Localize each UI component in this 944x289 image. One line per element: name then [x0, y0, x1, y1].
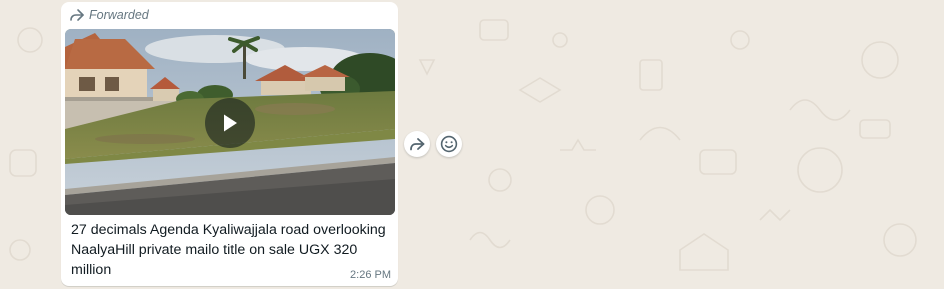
forward-button[interactable]	[404, 131, 430, 157]
forwarded-label: Forwarded	[89, 8, 149, 22]
message-bubble[interactable]: Forwarded 27 decimals Agenda Kyaliwajjal…	[61, 2, 398, 286]
message-time: 2:26 PM	[350, 269, 391, 281]
react-button[interactable]	[436, 131, 462, 157]
video-thumbnail[interactable]	[65, 29, 395, 215]
forwarded-indicator: Forwarded	[69, 7, 149, 23]
message-caption: 27 decimals Agenda Kyaliwajjala road ove…	[71, 222, 386, 278]
play-button[interactable]	[205, 98, 255, 148]
play-icon	[224, 114, 237, 132]
forward-icon	[410, 138, 425, 151]
forward-arrow-icon	[70, 9, 84, 21]
emoji-icon	[440, 135, 458, 153]
